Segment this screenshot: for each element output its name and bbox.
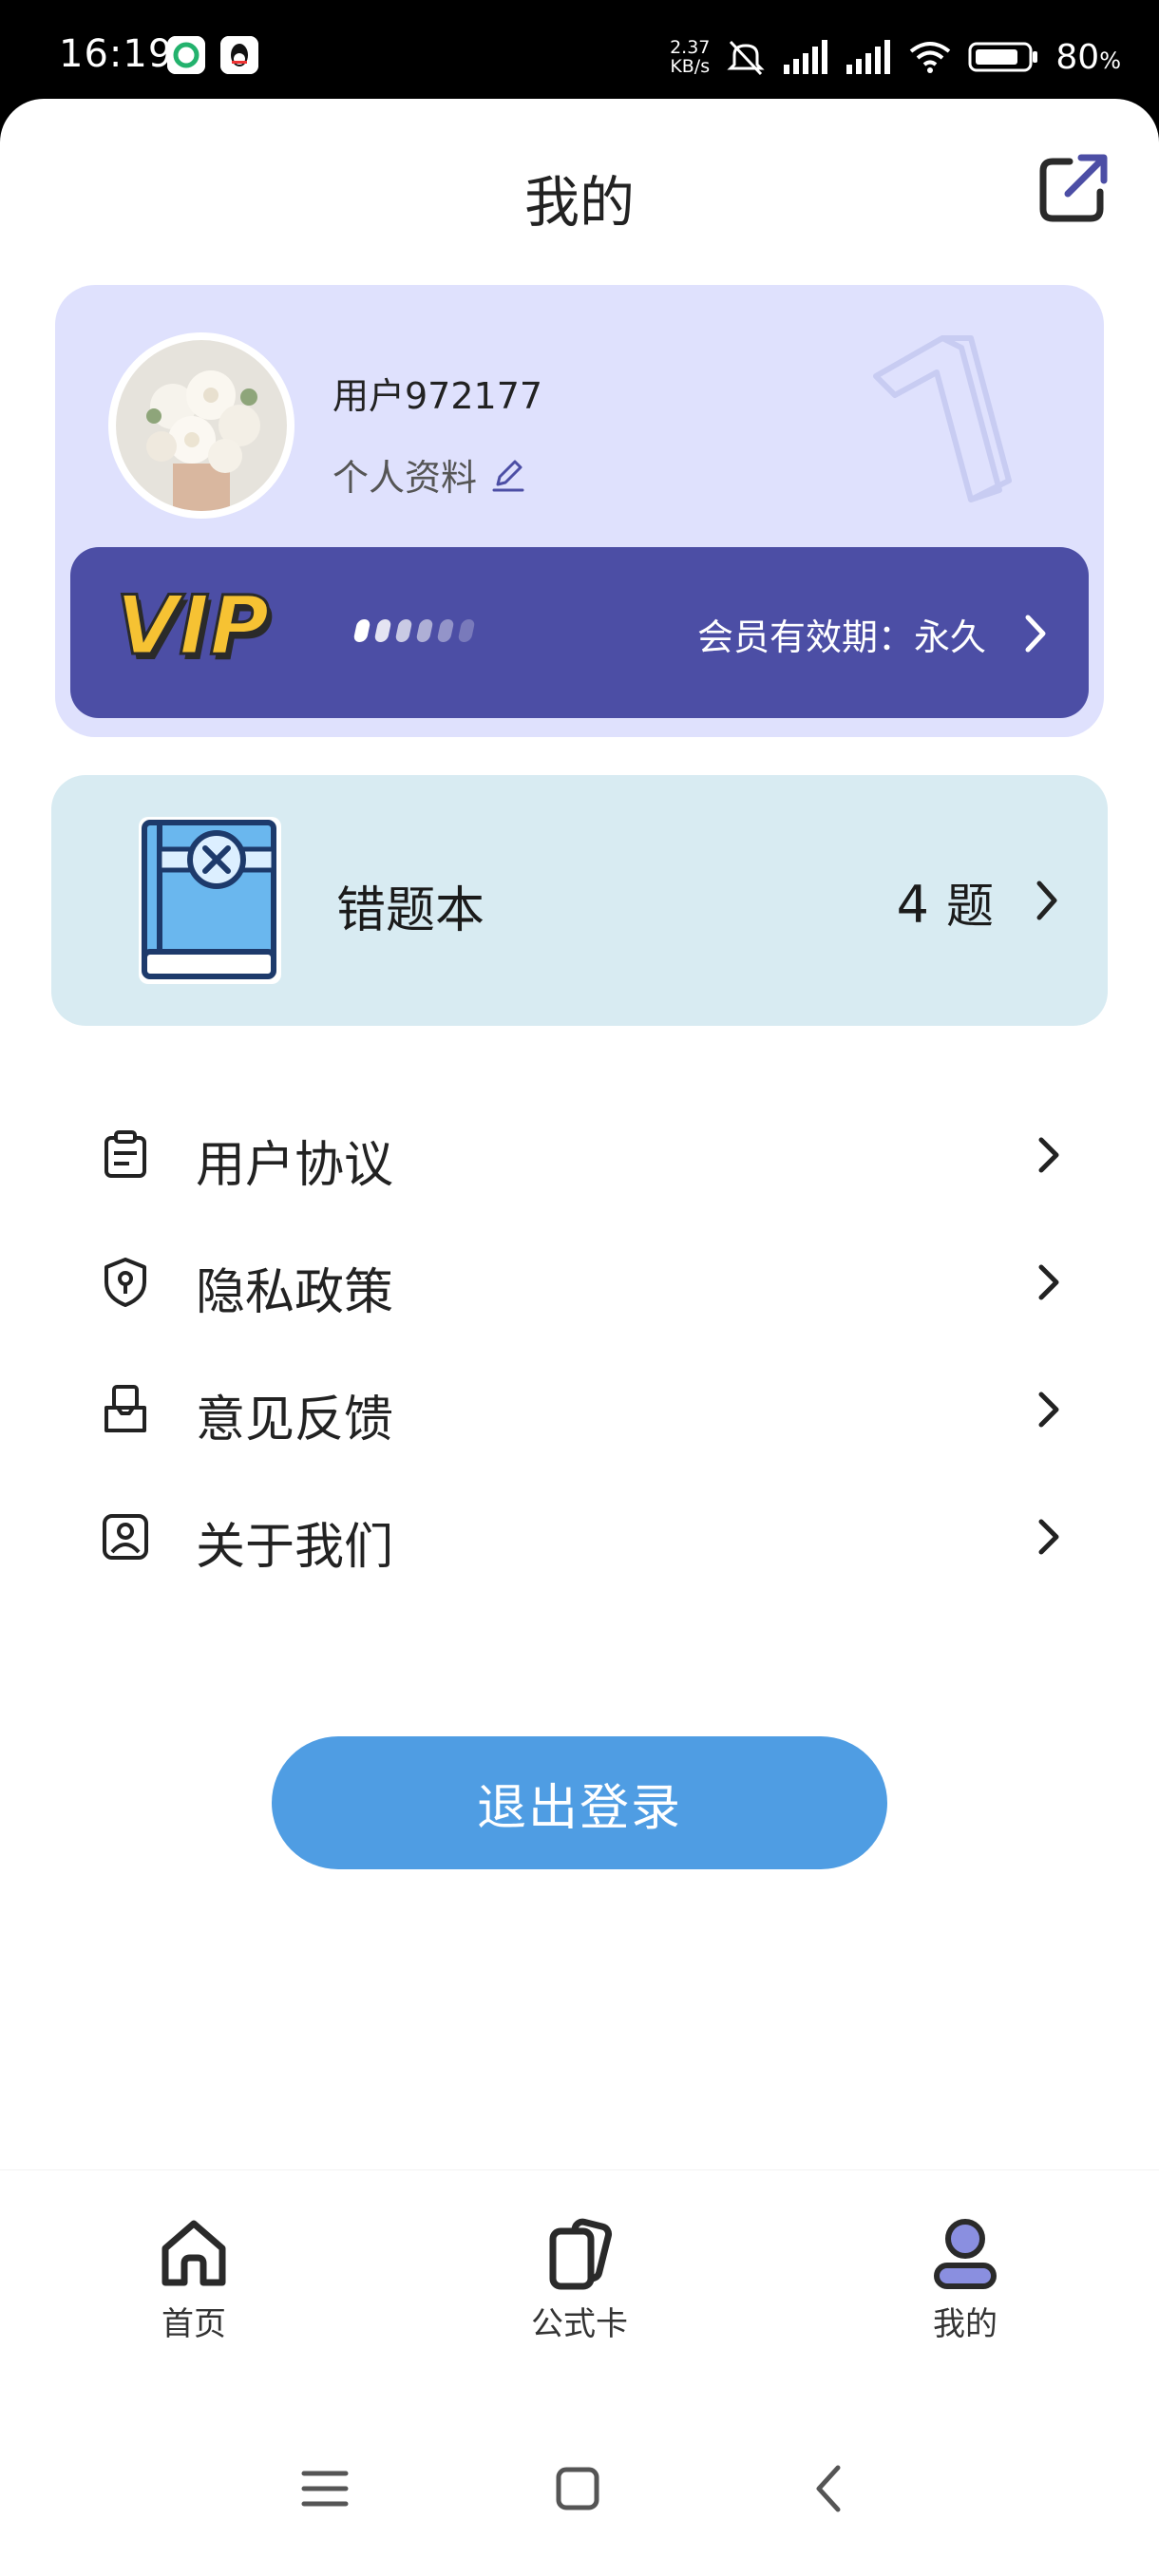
flower-bouquet-avatar — [116, 340, 287, 511]
menu-item-label: 隐私政策 — [196, 1264, 394, 1321]
wifi-icon — [910, 42, 951, 73]
user-icon — [934, 2219, 997, 2289]
mute-icon — [727, 40, 765, 76]
logout-button[interactable]: 退出登录 — [272, 1736, 887, 1869]
avatar[interactable] — [108, 332, 294, 519]
home-icon — [162, 2220, 226, 2286]
signal-hd-icon — [846, 40, 891, 74]
menu-icon[interactable] — [296, 2460, 353, 2517]
signal-icon — [784, 40, 828, 74]
qq-notification-icon — [220, 36, 258, 74]
menu-item-label: 意见反馈 — [196, 1392, 394, 1449]
menu-item-label: 关于我们 — [196, 1519, 394, 1576]
chevron-right-icon — [1036, 881, 1057, 920]
chevron-right-icon — [1038, 1264, 1059, 1300]
network-speed: 2.37 KB/s — [670, 37, 711, 77]
vip-badge-icon: VIP VIP — [116, 578, 274, 680]
share-out-icon[interactable] — [1032, 150, 1112, 230]
vip-decor-dots — [352, 619, 476, 642]
chevron-right-icon — [1038, 1137, 1059, 1173]
document-icon — [104, 1130, 146, 1178]
wrong-book-title: 错题本 — [336, 882, 485, 939]
nav-label: 首页 — [162, 2305, 226, 2343]
vip-validity: 会员有效期：永久 — [696, 616, 986, 658]
pencil-icon — [492, 460, 524, 491]
nav-label: 我的 — [933, 2305, 998, 2343]
page-title: 我的 — [523, 170, 635, 235]
nav-mine[interactable]: 我的 — [861, 2216, 1070, 2344]
chevron-right-icon — [1038, 1392, 1059, 1428]
battery-icon — [968, 42, 1038, 72]
system-nav-bar — [0, 2413, 1159, 2576]
nav-label: 公式卡 — [531, 2305, 628, 2343]
vip-badge-text: VIP — [116, 578, 270, 673]
chevron-right-icon — [1038, 1519, 1059, 1555]
battery-percent: 80 — [1055, 37, 1100, 77]
home-square-icon[interactable] — [549, 2460, 606, 2517]
back-icon[interactable] — [802, 2460, 859, 2517]
settings-menu: 用户协议 隐私政策 意见反馈 关于我们 — [0, 1090, 1159, 1600]
nav-home[interactable]: 首页 — [89, 2216, 298, 2344]
menu-item-feedback[interactable]: 意见反馈 — [0, 1345, 1159, 1472]
feedback-mail-icon — [104, 1385, 146, 1432]
menu-item-label: 用户协议 — [196, 1137, 394, 1194]
vip-membership-bar[interactable]: VIP VIP 会员有效期：永久 — [70, 547, 1089, 718]
wrong-book-card[interactable]: 错题本 4 题 — [51, 775, 1108, 1026]
menu-item-user-agreement[interactable]: 用户协议 — [0, 1090, 1159, 1218]
rank-one-watermark — [873, 335, 1012, 502]
book-wrong-icon — [139, 817, 281, 984]
profile-card: 用户972177 个人资料 VIP VIP 会员有效期：永久 — [55, 285, 1104, 737]
shield-key-icon — [104, 1258, 146, 1307]
status-bar: 16:19 2.37 KB/s 80% — [0, 0, 1159, 114]
profile-link[interactable]: 个人资料 — [332, 448, 526, 501]
menu-item-privacy-policy[interactable]: 隐私政策 — [0, 1218, 1159, 1345]
menu-item-about-us[interactable]: 关于我们 — [0, 1472, 1159, 1600]
cards-icon — [549, 2218, 613, 2290]
status-time: 16:19 — [59, 32, 174, 76]
contact-icon — [103, 1514, 148, 1560]
chevron-right-icon — [1025, 615, 1046, 653]
nav-formula-cards[interactable]: 公式卡 — [475, 2216, 684, 2344]
wrong-book-count: 4 题 — [896, 875, 994, 935]
profile-link-label: 个人资料 — [332, 457, 478, 499]
app-notification-icon — [167, 36, 205, 74]
username: 用户972177 — [332, 375, 543, 417]
bottom-nav: 首页 公式卡 我的 — [0, 2169, 1159, 2426]
